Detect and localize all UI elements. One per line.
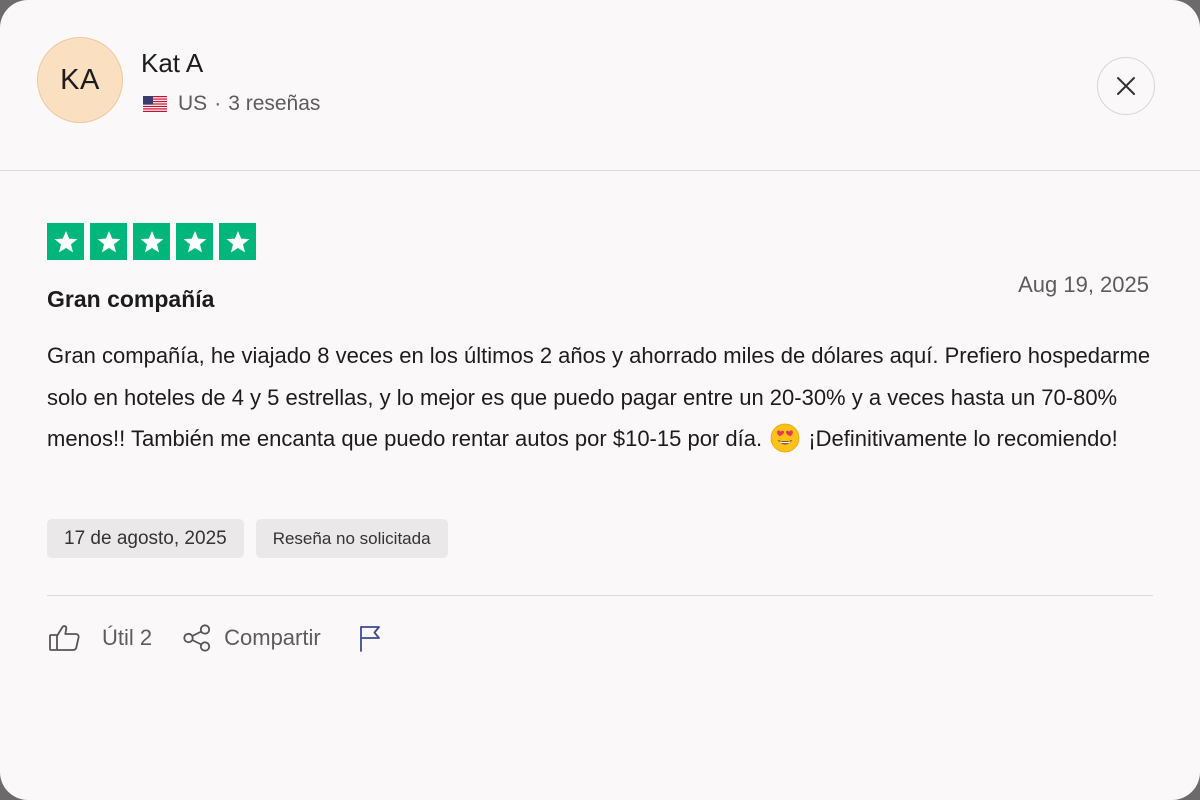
helpful-label: Útil 2 xyxy=(102,625,153,650)
unsolicited-review-tag: Reseña no solicitada xyxy=(255,519,448,558)
report-button[interactable] xyxy=(357,623,383,653)
share-button[interactable]: Compartir xyxy=(182,623,321,653)
thumbs-up-icon xyxy=(49,625,80,651)
heart-eyes-emoji-icon xyxy=(770,423,800,453)
us-flag-icon xyxy=(143,96,167,112)
review-actions: Útil 2 Compartir xyxy=(48,623,383,653)
star-rating xyxy=(47,223,256,260)
review-body: Gran compañía, he viajado 8 veces en los… xyxy=(47,335,1157,460)
experience-date-tag: 17 de agosto, 2025 xyxy=(47,519,244,558)
reviewer-name: Kat A xyxy=(141,48,204,78)
rating-star xyxy=(47,223,84,260)
helpful-button[interactable]: Útil 2 xyxy=(48,623,152,653)
star-icon xyxy=(183,230,206,252)
rating-star xyxy=(90,223,127,260)
star-icon xyxy=(97,230,120,252)
review-date: Aug 19, 2025 xyxy=(1018,272,1149,297)
reviewer-country: US xyxy=(178,92,208,115)
star-icon xyxy=(226,230,249,252)
close-icon xyxy=(1117,77,1135,95)
rating-star xyxy=(219,223,256,260)
star-icon xyxy=(54,230,77,252)
review-body-closing: ¡Definitivamente lo recomiendo! xyxy=(808,426,1118,451)
share-label: Compartir xyxy=(224,625,321,650)
share-icon xyxy=(183,624,211,652)
review-title: Gran compañía xyxy=(47,286,215,312)
rating-star xyxy=(176,223,213,260)
meta-separator: · xyxy=(214,92,222,115)
review-tags: 17 de agosto, 2025 Reseña no solicitada xyxy=(47,519,448,558)
flag-icon xyxy=(359,626,380,652)
reviewer-meta: US · 3 reseñas xyxy=(143,92,320,116)
avatar-initials: KA xyxy=(60,63,100,96)
rating-star xyxy=(133,223,170,260)
review-card: KA Kat A US · 3 reseñas Aug 19, 2025 Gra… xyxy=(0,0,1200,800)
reviewer-review-count: 3 reseñas xyxy=(228,92,321,115)
reviewer-header: KA Kat A US · 3 reseñas xyxy=(0,0,1200,171)
star-icon xyxy=(140,230,163,252)
divider xyxy=(47,595,1153,596)
avatar: KA xyxy=(37,37,123,123)
close-button[interactable] xyxy=(1097,57,1155,115)
